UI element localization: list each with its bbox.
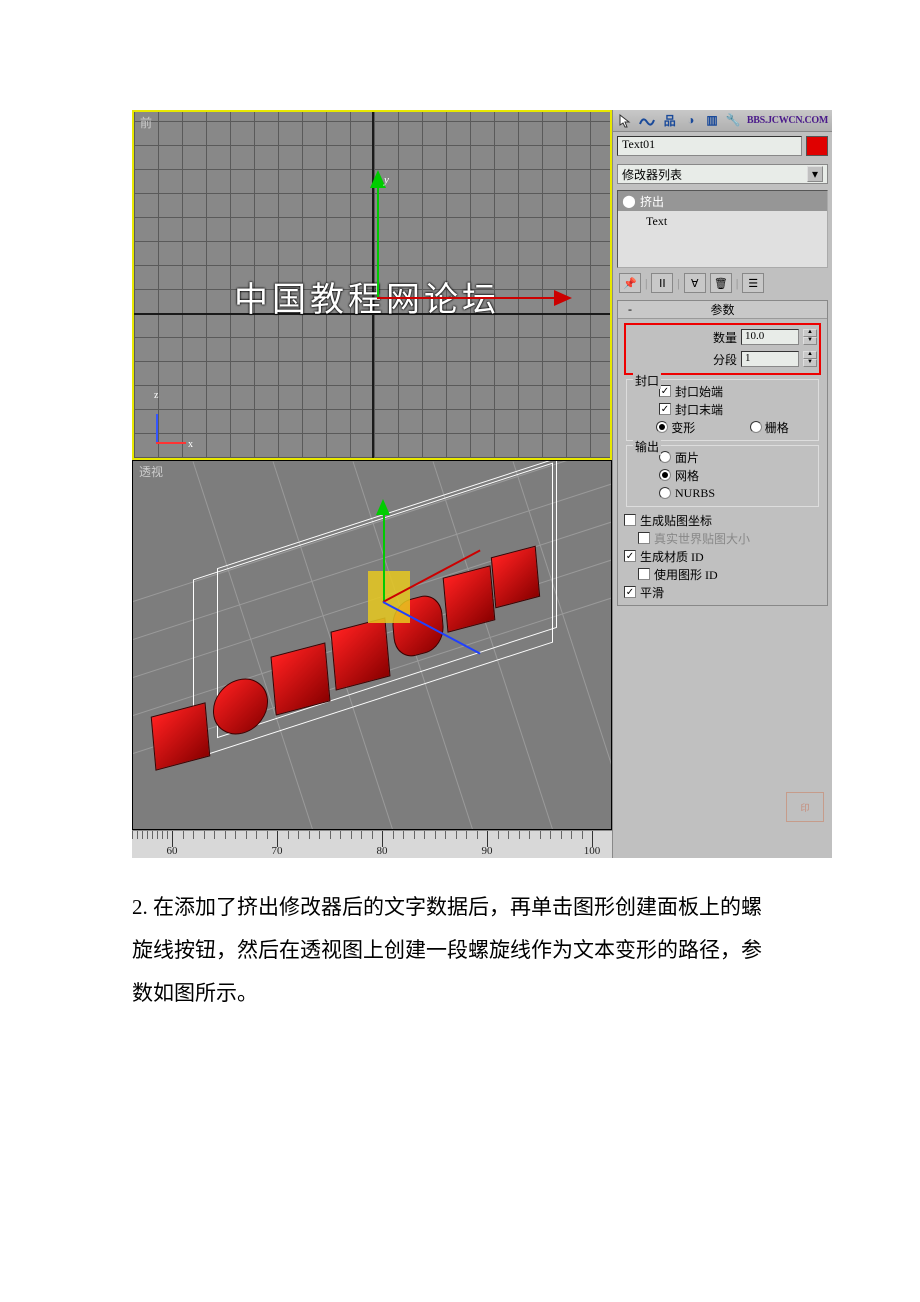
ruler-tick-label: 70 bbox=[272, 845, 283, 857]
gen-map-label: 生成贴图坐标 bbox=[640, 512, 712, 529]
gen-mat-checkbox[interactable] bbox=[624, 550, 636, 562]
cap-end-checkbox[interactable] bbox=[659, 403, 671, 415]
ruler-tick-label: 100 bbox=[584, 845, 601, 857]
real-world-checkbox bbox=[638, 532, 650, 544]
rollout-header[interactable]: - 参数 bbox=[618, 301, 827, 319]
modify-tab-icon[interactable] bbox=[638, 112, 656, 130]
stack-modifier-extrude[interactable]: 挤出 bbox=[640, 193, 664, 210]
axis-arrow-x bbox=[554, 290, 572, 306]
output-group-label: 输出 bbox=[633, 438, 661, 455]
segments-spinner[interactable]: 1 bbox=[741, 351, 799, 367]
motion-tab-icon[interactable]: ◑ bbox=[683, 112, 698, 130]
stack-base-text[interactable]: Text bbox=[618, 211, 827, 232]
ruler-tick-label: 60 bbox=[167, 845, 178, 857]
viewport-front-label: 前 bbox=[140, 114, 152, 131]
axis-y-line bbox=[383, 513, 385, 603]
gen-map-checkbox[interactable] bbox=[624, 514, 636, 526]
modifier-list-dropdown[interactable]: 修改器列表 ▾ bbox=[617, 164, 828, 184]
object-name-input[interactable]: Text01 bbox=[617, 136, 802, 156]
smooth-checkbox[interactable] bbox=[624, 586, 636, 598]
grid-radio[interactable] bbox=[750, 421, 762, 433]
segments-spinner-arrows[interactable]: ▲▼ bbox=[803, 351, 817, 367]
panel-tab-row: 品 ◑ ▥ 🔧 BBS.JCWCN.COM bbox=[613, 110, 832, 132]
smooth-label: 平滑 bbox=[640, 584, 664, 601]
ruler-tick-label: 80 bbox=[377, 845, 388, 857]
stack-toolbar: 📌 | ⅠⅠ | ∀ 🗑 | ☰ bbox=[613, 270, 832, 296]
segments-label: 分段 bbox=[693, 351, 737, 368]
mini-axes-icon: z x bbox=[156, 404, 196, 444]
morph-label: 变形 bbox=[671, 419, 695, 436]
stack-visibility-icon[interactable]: ⬤ bbox=[618, 194, 640, 209]
remove-modifier-icon[interactable]: 🗑 bbox=[710, 273, 732, 293]
morph-radio[interactable] bbox=[656, 421, 668, 433]
grid-label: 栅格 bbox=[765, 419, 789, 436]
output-mesh-radio[interactable] bbox=[659, 469, 671, 481]
use-shape-label: 使用图形 ID bbox=[654, 566, 718, 583]
ruler-tick-label: 90 bbox=[482, 845, 493, 857]
screenshot: 前 y 中国教程网论坛 z x 透视 bbox=[132, 110, 832, 858]
time-ruler[interactable]: 60 70 80 90 100 bbox=[132, 830, 612, 858]
display-tab-icon[interactable]: ▥ bbox=[705, 112, 720, 130]
parameters-rollout: - 参数 数量 10.0 ▲▼ 分段 1 ▲▼ bbox=[617, 300, 828, 606]
amount-spinner-arrows[interactable]: ▲▼ bbox=[803, 329, 817, 345]
configure-sets-icon[interactable]: ☰ bbox=[742, 273, 764, 293]
object-color-swatch[interactable] bbox=[806, 136, 828, 156]
make-unique-icon[interactable]: ∀ bbox=[684, 273, 706, 293]
show-end-result-icon[interactable]: ⅠⅠ bbox=[651, 273, 673, 293]
output-patch-label: 面片 bbox=[675, 449, 699, 466]
viewport-front[interactable]: 前 y 中国教程网论坛 z x bbox=[132, 110, 612, 460]
extruded-text-3d bbox=[143, 529, 563, 789]
select-arrow-icon[interactable] bbox=[617, 112, 632, 130]
command-panel: 品 ◑ ▥ 🔧 BBS.JCWCN.COM Text01 修改器列表 ▾ ⬤ bbox=[612, 110, 832, 858]
cap-start-label: 封口始端 bbox=[675, 383, 723, 400]
tutorial-caption: 2. 在添加了挤出修改器后的文字数据后，再单击图形创建面板上的螺旋线按钮，然后在… bbox=[132, 886, 772, 1015]
hierarchy-tab-icon[interactable]: 品 bbox=[662, 112, 677, 130]
use-shape-checkbox[interactable] bbox=[638, 568, 650, 580]
viewport-perspective[interactable]: 透视 bbox=[132, 460, 612, 830]
amount-spinner[interactable]: 10.0 bbox=[741, 329, 799, 345]
seal-stamp-icon: 印 bbox=[786, 792, 824, 822]
cap-end-label: 封口末端 bbox=[675, 401, 723, 418]
output-nurbs-radio[interactable] bbox=[659, 487, 671, 499]
gen-mat-label: 生成材质 ID bbox=[640, 548, 704, 565]
utilities-tab-icon[interactable]: 🔧 bbox=[726, 112, 741, 130]
cap-group-label: 封口 bbox=[633, 372, 661, 389]
amount-label: 数量 bbox=[693, 329, 737, 346]
real-world-label: 真实世界贴图大小 bbox=[654, 530, 750, 547]
modifier-list-label: 修改器列表 bbox=[622, 166, 682, 183]
pin-stack-icon[interactable]: 📌 bbox=[619, 273, 641, 293]
modifier-stack[interactable]: ⬤ 挤出 Text bbox=[617, 190, 828, 268]
output-mesh-label: 网格 bbox=[675, 467, 699, 484]
dropdown-caret-icon[interactable]: ▾ bbox=[807, 166, 823, 182]
watermark-corner: BBS.JCWCN.COM bbox=[747, 115, 828, 126]
output-nurbs-label: NURBS bbox=[675, 486, 715, 501]
viewport-persp-label: 透视 bbox=[139, 463, 163, 480]
